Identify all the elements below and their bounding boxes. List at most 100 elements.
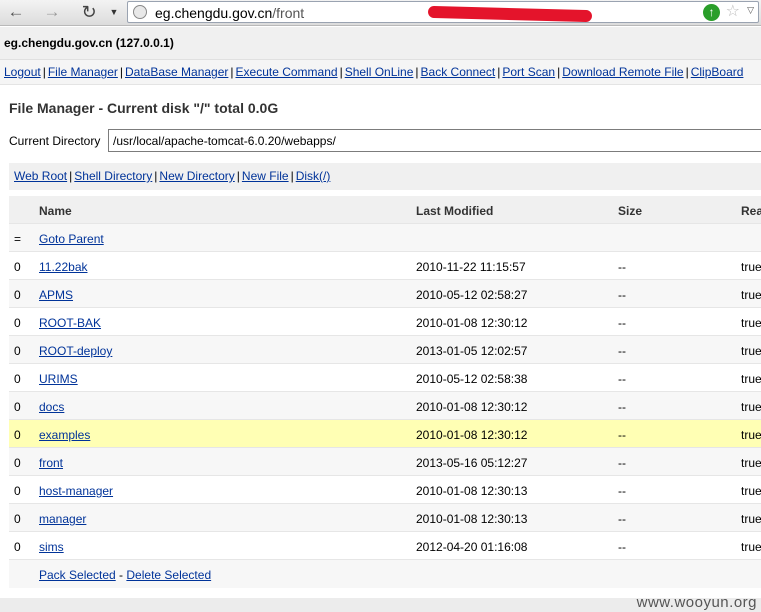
menu-item-execute-command[interactable]: Execute Command [236, 65, 338, 79]
table-row[interactable]: 0 URIMS 2010-05-12 02:58:38 -- true [9, 364, 761, 392]
file-name-link[interactable]: APMS [39, 288, 73, 302]
file-name-link[interactable]: host-manager [39, 484, 113, 498]
file-size: -- [618, 260, 626, 274]
file-read: true [741, 288, 761, 302]
go-icon[interactable]: ↑ [703, 4, 720, 21]
table-footer: Pack Selected - Delete Selected [9, 560, 761, 588]
quick-link-separator: | [236, 169, 240, 183]
menu-item-port-scan[interactable]: Port Scan [502, 65, 555, 79]
parent-marker: = [14, 232, 22, 246]
file-read: true [741, 316, 761, 330]
table-row[interactable]: 0 sims 2012-04-20 01:16:08 -- true [9, 532, 761, 560]
menu-separator: | [230, 65, 234, 79]
row-select-marker: 0 [14, 456, 21, 470]
file-size: -- [618, 344, 626, 358]
row-select-marker: 0 [14, 372, 21, 386]
file-last-modified: 2010-01-08 12:30:13 [416, 484, 528, 498]
file-last-modified: 2010-01-08 12:30:12 [416, 316, 528, 330]
row-select-marker: 0 [14, 512, 21, 526]
menu-item-clipboard[interactable]: ClipBoard [691, 65, 744, 79]
file-size: -- [618, 512, 626, 526]
current-directory-input[interactable] [108, 129, 761, 152]
file-size: -- [618, 456, 626, 470]
file-read: true [741, 428, 761, 442]
menu-item-database-manager[interactable]: DataBase Manager [125, 65, 228, 79]
quick-links-bar: Web Root | Shell Directory | New Directory | N… [9, 163, 761, 190]
file-last-modified: 2010-11-22 11:15:57 [416, 260, 526, 274]
file-name-link[interactable]: ROOT-deploy [39, 344, 112, 358]
delete-selected-link[interactable]: Delete Selected [126, 568, 211, 582]
table-row[interactable]: 0 docs 2010-01-08 12:30:12 -- true [9, 392, 761, 420]
menu-item-shell-online[interactable]: Shell OnLine [345, 65, 414, 79]
file-name-link[interactable]: ROOT-BAK [39, 316, 101, 330]
table-header: Name Last Modified Size Read [9, 196, 761, 224]
file-read: true [741, 344, 761, 358]
watermark: www.wooyun.org [636, 594, 757, 611]
goto-parent-link[interactable]: Goto Parent [39, 232, 104, 246]
host-bar: eg.chengdu.gov.cn (127.0.0.1) [0, 27, 761, 60]
file-name-link[interactable]: sims [39, 540, 64, 554]
file-read: true [741, 512, 761, 526]
forward-arrow-icon[interactable]: → [41, 2, 63, 22]
url-domain: eg.chengdu.gov.cn [155, 5, 273, 21]
table-row[interactable]: 0 11.22bak 2010-11-22 11:15:57 -- true [9, 252, 761, 280]
file-size: -- [618, 540, 626, 554]
quick-link-separator: | [69, 169, 73, 183]
file-name-link[interactable]: 11.22bak [39, 260, 88, 274]
menu-item-download-remote-file[interactable]: Download Remote File [562, 65, 683, 79]
row-select-marker: 0 [14, 260, 21, 274]
row-select-marker: 0 [14, 400, 21, 414]
back-arrow-icon[interactable]: ← [5, 2, 27, 22]
file-last-modified: 2013-01-05 12:02:57 [416, 344, 528, 358]
file-name-link[interactable]: URIMS [39, 372, 78, 386]
table-row[interactable]: 0 front 2013-05-16 05:12:27 -- true [9, 448, 761, 476]
main-menu: Logout | File Manager | DataBase Manager | Exe… [0, 60, 761, 85]
quick-link-web-root[interactable]: Web Root [14, 169, 67, 183]
header-read: Read [741, 204, 761, 218]
header-name: Name [39, 204, 72, 218]
file-last-modified: 2010-01-08 12:30:13 [416, 512, 528, 526]
quick-link-disk[interactable]: Disk(/) [296, 169, 331, 183]
table-row[interactable]: 0 examples 2010-01-08 12:30:12 -- true [9, 420, 761, 448]
reload-icon[interactable]: ↻ [78, 2, 100, 22]
header-size: Size [618, 204, 643, 218]
table-row[interactable]: 0 ROOT-deploy 2013-01-05 12:02:57 -- true [9, 336, 761, 364]
row-select-marker: 0 [14, 344, 21, 358]
row-select-marker: 0 [14, 540, 21, 554]
file-name-link[interactable]: examples [39, 428, 90, 442]
file-name-link[interactable]: manager [39, 512, 86, 526]
menu-item-file-manager[interactable]: File Manager [48, 65, 118, 79]
file-read: true [741, 540, 761, 554]
quick-link-new-file[interactable]: New File [242, 169, 289, 183]
menu-item-back-connect[interactable]: Back Connect [421, 65, 496, 79]
address-bar[interactable]: eg.chengdu.gov.cn/front ↑ ☆ ▽ [127, 1, 759, 23]
quick-link-shell-directory[interactable]: Shell Directory [74, 169, 152, 183]
file-name-link[interactable]: docs [39, 400, 64, 414]
parent-row: = Goto Parent [9, 224, 761, 252]
chevron-down-icon[interactable]: ▽ [747, 5, 754, 16]
file-read: true [741, 400, 761, 414]
table-row[interactable]: 0 host-manager 2010-01-08 12:30:13 -- true [9, 476, 761, 504]
row-select-marker: 0 [14, 316, 21, 330]
history-dropdown-icon[interactable]: ▼ [107, 2, 121, 22]
file-last-modified: 2010-05-12 02:58:27 [416, 288, 528, 302]
menu-item-logout[interactable]: Logout [4, 65, 41, 79]
pack-selected-link[interactable]: Pack Selected [39, 568, 116, 582]
address-url[interactable]: eg.chengdu.gov.cn/front [155, 4, 304, 22]
file-read: true [741, 484, 761, 498]
quick-link-new-directory[interactable]: New Directory [159, 169, 234, 183]
quick-links: Web Root | Shell Directory | New Directory | N… [14, 169, 330, 183]
file-name-link[interactable]: front [39, 456, 63, 470]
table-row[interactable]: 0 ROOT-BAK 2010-01-08 12:30:12 -- true [9, 308, 761, 336]
bookmark-star-icon[interactable]: ☆ [726, 3, 740, 21]
file-last-modified: 2010-01-08 12:30:12 [416, 428, 528, 442]
file-size: -- [618, 400, 626, 414]
table-row[interactable]: 0 manager 2010-01-08 12:30:13 -- true [9, 504, 761, 532]
file-last-modified: 2012-04-20 01:16:08 [416, 540, 528, 554]
row-select-marker: 0 [14, 484, 21, 498]
browser-toolbar: ← → ↻ ▼ eg.chengdu.gov.cn/front ↑ ☆ ▽ [0, 0, 761, 26]
redaction-mark [427, 5, 593, 23]
file-last-modified: 2010-01-08 12:30:12 [416, 400, 528, 414]
table-row[interactable]: 0 APMS 2010-05-12 02:58:27 -- true [9, 280, 761, 308]
file-last-modified: 2013-05-16 05:12:27 [416, 456, 528, 470]
